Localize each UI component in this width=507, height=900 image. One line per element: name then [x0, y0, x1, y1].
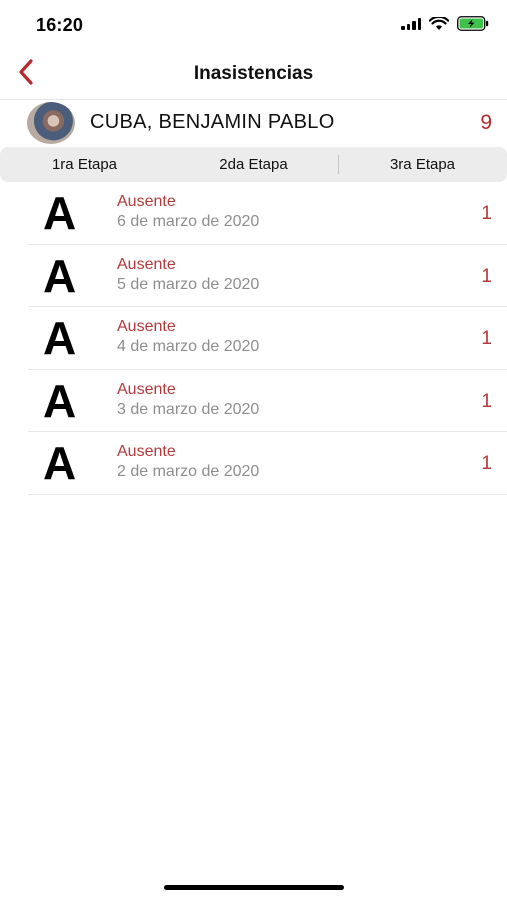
avatar — [27, 102, 75, 144]
signal-icon — [401, 17, 421, 30]
tab-2da-etapa[interactable]: 2da Etapa — [169, 147, 338, 182]
absence-date: 3 de marzo de 2020 — [117, 400, 260, 418]
status-icons — [401, 16, 489, 31]
absence-count: 1 — [481, 390, 492, 412]
nav-bar: Inasistencias — [0, 48, 507, 100]
absence-type: Ausente — [117, 255, 176, 273]
absence-letter: A — [43, 187, 77, 239]
screen: 16:20 Inasistencias CUBA, BENJAMIN PABLO… — [0, 0, 507, 900]
absence-date: 4 de marzo de 2020 — [117, 338, 260, 355]
absence-total: 9 — [480, 111, 492, 134]
absence-count: 1 — [481, 328, 492, 349]
absence-letter: A — [43, 374, 77, 427]
absence-date: 2 de marzo de 2020 — [117, 463, 260, 480]
absence-count: 1 — [481, 265, 492, 287]
student-name: CUBA, BENJAMIN PABLO — [90, 111, 335, 133]
list-item[interactable]: A Ausente 3 de marzo de 2020 1 — [28, 370, 507, 432]
page-title: Inasistencias — [193, 63, 314, 84]
tab-3ra-etapa[interactable]: 3ra Etapa — [338, 147, 507, 182]
status-bar: 16:20 — [0, 0, 507, 48]
absence-type: Ausente — [117, 193, 176, 210]
student-row: CUBA, BENJAMIN PABLO 9 — [0, 100, 507, 146]
absence-type: Ausente — [117, 443, 176, 460]
list-item[interactable]: A Ausente 5 de marzo de 2020 1 — [28, 245, 507, 307]
list-item[interactable]: A Ausente 6 de marzo de 2020 1 — [28, 182, 507, 245]
list-item[interactable]: A Ausente 4 de marzo de 2020 1 — [28, 307, 507, 370]
battery-charging-icon — [457, 16, 489, 31]
absence-letter: A — [43, 437, 77, 489]
wifi-icon — [429, 16, 449, 31]
absence-type: Ausente — [117, 380, 176, 398]
status-time: 16:20 — [36, 15, 84, 35]
absence-letter: A — [43, 312, 77, 364]
absence-list: A Ausente 6 de marzo de 2020 1 A Ausente… — [0, 182, 507, 495]
absence-date: 6 de marzo de 2020 — [117, 213, 260, 230]
absence-date: 5 de marzo de 2020 — [117, 275, 260, 293]
list-item[interactable]: A Ausente 2 de marzo de 2020 1 — [28, 432, 507, 495]
tab-1ra-etapa[interactable]: 1ra Etapa — [0, 147, 169, 182]
absence-letter: A — [43, 249, 77, 302]
absence-count: 1 — [481, 203, 492, 224]
home-indicator[interactable] — [164, 885, 344, 890]
absence-type: Ausente — [117, 318, 176, 335]
stage-segmented-control: 1ra Etapa 2da Etapa 3ra Etapa — [0, 147, 507, 182]
absence-count: 1 — [481, 453, 492, 474]
